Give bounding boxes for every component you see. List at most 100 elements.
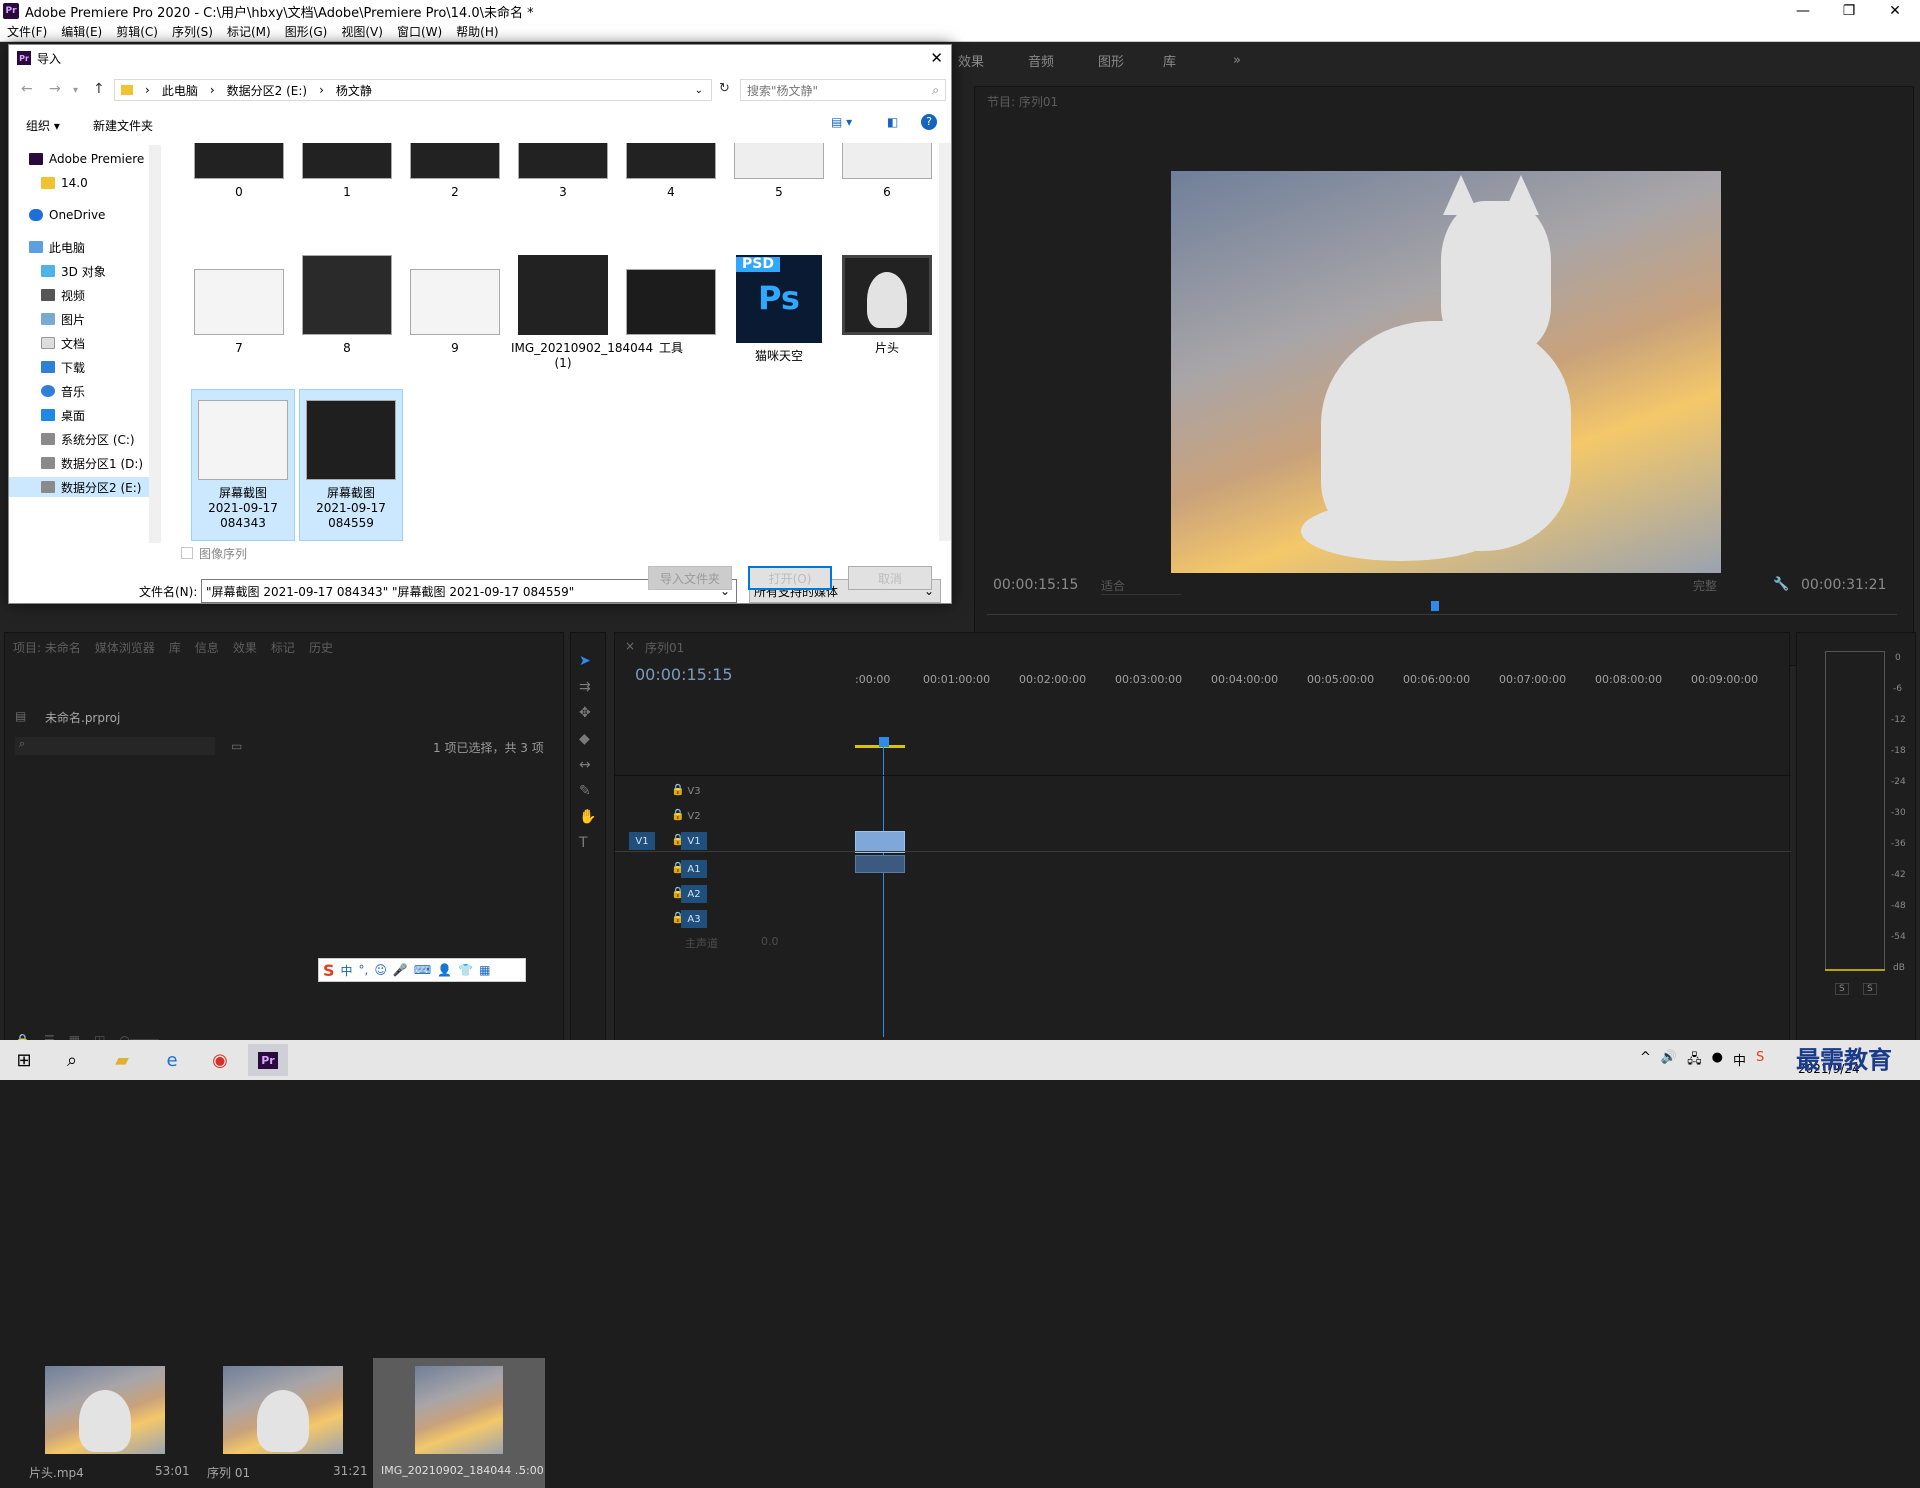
more-workspaces-icon[interactable]: » <box>1233 53 1241 68</box>
sogou-tray-icon[interactable]: S <box>1756 1050 1764 1072</box>
tree-item-onedrive[interactable]: OneDrive <box>29 205 105 225</box>
tree-item-14[interactable]: 14.0 <box>41 173 88 193</box>
file-item[interactable]: 3 <box>511 143 615 200</box>
tree-item-adobe-premiere[interactable]: Adobe Premiere <box>29 149 144 169</box>
file-item[interactable]: 8 <box>295 255 399 356</box>
workspace-tab-audio[interactable]: 音频 <box>1028 51 1098 70</box>
slip-icon[interactable]: ↔ <box>579 757 596 773</box>
solo-right-button[interactable]: S <box>1863 983 1877 995</box>
hand-icon[interactable]: ✋ <box>579 809 596 825</box>
premiere-taskbar-icon[interactable]: Pr <box>248 1044 288 1076</box>
restore-button[interactable]: ❐ <box>1826 0 1872 22</box>
project-item-sequence[interactable]: 序列 01 31:21 <box>193 1358 368 1488</box>
menu-window[interactable]: 窗口(W) <box>390 23 449 40</box>
tree-item-drive-e[interactable]: 数据分区2 (E:) <box>9 477 161 497</box>
wrench-icon[interactable]: 🔧 <box>1773 577 1789 592</box>
new-folder-button[interactable]: 新建文件夹 <box>93 117 153 134</box>
tree-item-music[interactable]: 音乐 <box>41 381 85 401</box>
tree-item-pictures[interactable]: 图片 <box>41 309 85 329</box>
file-item-selected[interactable]: 屏幕截图 2021-09-17 084559 <box>299 389 403 541</box>
tree-item-downloads[interactable]: 下载 <box>41 357 85 377</box>
breadcrumb-item[interactable]: 数据分区2 (E:) <box>227 82 307 99</box>
tree-item-drive-d[interactable]: 数据分区1 (D:) <box>41 453 143 473</box>
tray-app-icon[interactable]: ● <box>1712 1050 1723 1072</box>
file-item[interactable]: 7 <box>187 255 291 356</box>
minimize-button[interactable]: — <box>1780 0 1826 22</box>
tab-libraries[interactable]: 库 <box>169 639 181 657</box>
timeline-playhead-handle[interactable] <box>879 737 889 747</box>
video-clip[interactable] <box>855 831 905 853</box>
import-folder-button[interactable]: 导入文件夹 <box>648 566 732 590</box>
program-playhead[interactable] <box>1431 601 1439 611</box>
close-window-button[interactable]: ✕ <box>1872 0 1918 22</box>
file-item[interactable]: 片头 <box>835 255 939 356</box>
breadcrumb-item[interactable]: 此电脑 <box>162 82 198 99</box>
workspace-tab-effects[interactable]: 效果 <box>958 51 1028 70</box>
user-icon[interactable]: 👤 <box>437 963 452 977</box>
ime-tray-icon[interactable]: 中 <box>1733 1050 1746 1072</box>
refresh-icon[interactable]: ↻ <box>719 81 730 96</box>
file-item[interactable]: 4 <box>619 143 723 200</box>
track-v2-label[interactable]: V2 <box>681 807 707 825</box>
timeline-ruler[interactable]: :00:00 00:01:00:00 00:02:00:00 00:03:00:… <box>855 673 1758 693</box>
project-item-image[interactable]: IMG_20210902_184044 ... 5:00 <box>373 1358 545 1488</box>
track-a2-label[interactable]: A2 <box>681 885 707 903</box>
menu-graphics[interactable]: 图形(G) <box>278 23 335 40</box>
file-item[interactable]: 5 <box>727 143 831 200</box>
file-item-selected[interactable]: 屏幕截图 2021-09-17 084343 <box>191 389 295 541</box>
workspace-tab-libraries[interactable]: 库 <box>1163 51 1233 70</box>
tab-effects[interactable]: 效果 <box>233 639 257 657</box>
tree-item-3d-objects[interactable]: 3D 对象 <box>41 261 106 281</box>
ime-punct[interactable]: °, <box>359 963 369 977</box>
track-select-icon[interactable]: ⇉ <box>579 679 596 695</box>
emoji-icon[interactable]: ☺ <box>374 963 387 977</box>
project-item-intro[interactable]: 片头.mp4 53:01 <box>15 1358 190 1488</box>
preview-pane-icon[interactable]: ◧ <box>887 115 898 129</box>
tree-item-desktop[interactable]: 桌面 <box>41 405 85 425</box>
menu-view[interactable]: 视图(V) <box>334 23 390 40</box>
tree-item-documents[interactable]: 文档 <box>41 333 85 353</box>
track-v1-label[interactable]: V1 <box>681 832 707 850</box>
file-explorer-icon[interactable]: ▰ <box>102 1044 142 1076</box>
pen-icon[interactable]: ✎ <box>579 783 596 799</box>
tab-markers[interactable]: 标记 <box>271 639 295 657</box>
type-tool-icon[interactable]: T <box>579 835 596 851</box>
tree-item-drive-c[interactable]: 系统分区 (C:) <box>41 429 135 449</box>
tab-info[interactable]: 信息 <box>195 639 219 657</box>
track-a1-label[interactable]: A1 <box>681 860 707 878</box>
selection-tool-icon[interactable]: ➤ <box>579 653 596 669</box>
program-current-time[interactable]: 00:00:15:15 <box>993 577 1078 593</box>
quality-dropdown[interactable]: 完整 <box>1693 577 1763 594</box>
file-item[interactable]: 0 <box>187 143 291 200</box>
menu-file[interactable]: 文件(F) <box>0 23 54 40</box>
menu-sequence[interactable]: 序列(S) <box>165 23 220 40</box>
skin-icon[interactable]: 👕 <box>458 963 473 977</box>
tray-expand-icon[interactable]: ^ <box>1640 1050 1651 1072</box>
image-sequence-checkbox[interactable] <box>181 547 193 559</box>
back-icon[interactable]: ← <box>21 81 33 97</box>
master-volume[interactable]: 0.0 <box>761 935 779 948</box>
file-item[interactable]: 1 <box>295 143 399 200</box>
address-bar[interactable]: › 此电脑 › 数据分区2 (E:) › 杨文静 ⌄ <box>114 79 712 101</box>
organize-button[interactable]: 组织 ▾ <box>26 117 60 134</box>
tree-item-this-pc[interactable]: 此电脑 <box>29 237 85 257</box>
program-monitor-title[interactable]: 节目: 序列01 <box>987 93 1058 110</box>
file-item[interactable]: 2 <box>403 143 507 200</box>
microphone-icon[interactable]: 🎤 <box>393 963 408 977</box>
windows-start-icon[interactable]: ⊞ <box>4 1044 44 1076</box>
dialog-close-button[interactable]: ✕ <box>930 49 943 67</box>
edge-icon[interactable]: e <box>152 1044 192 1076</box>
file-item[interactable]: 6 <box>835 143 939 200</box>
file-grid-scrollbar[interactable] <box>939 143 951 541</box>
project-search-input[interactable]: ⌕ <box>15 737 215 755</box>
chrome-icon[interactable]: ◉ <box>200 1044 240 1076</box>
timeline-close-icon[interactable]: × <box>625 639 635 653</box>
track-a3-label[interactable]: A3 <box>681 910 707 928</box>
tab-history[interactable]: 历史 <box>309 639 333 657</box>
solo-left-button[interactable]: S <box>1835 983 1849 995</box>
razor-icon[interactable]: ◆ <box>579 731 596 747</box>
toolbox-icon[interactable]: ▦ <box>479 963 490 977</box>
audio-clip[interactable] <box>855 855 905 873</box>
ime-lang[interactable]: 中 <box>341 962 353 979</box>
open-button[interactable]: 打开(O) <box>748 566 832 590</box>
